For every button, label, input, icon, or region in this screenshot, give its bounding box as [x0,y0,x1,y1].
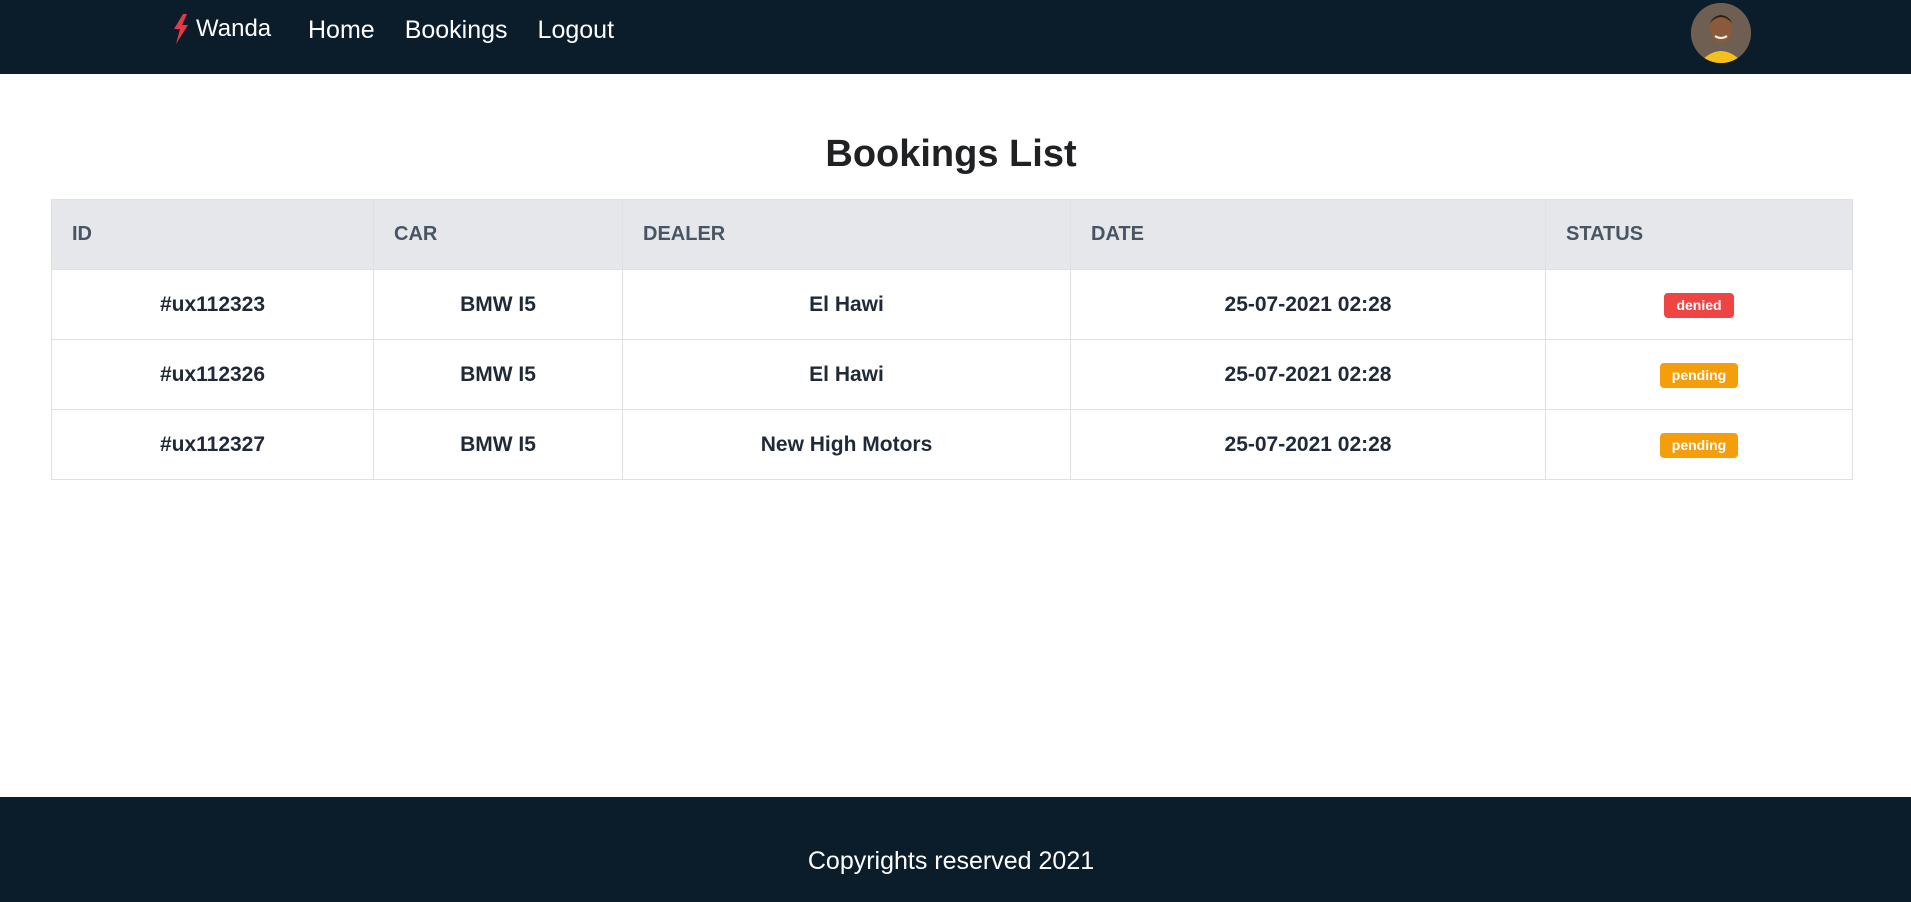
table-row[interactable]: #ux112323 BMW I5 El Hawi 25-07-2021 02:2… [51,269,1853,340]
avatar-portrait-icon [1691,3,1751,63]
cell-id: #ux112327 [51,409,374,480]
cell-dealer: El Hawi [622,269,1071,340]
lightning-bolt-icon [174,14,188,44]
user-avatar[interactable] [1691,3,1751,63]
column-header-date: DATE [1070,199,1546,270]
column-header-id: ID [51,199,374,270]
top-navbar: Wanda Home Bookings Logout [0,0,1911,74]
status-badge: pending [1659,362,1739,388]
cell-dealer: New High Motors [622,409,1071,480]
footer-copyright: Copyrights reserved 2021 [807,847,1095,875]
bookings-table: ID CAR DEALER DATE STATUS #ux112323 BMW … [51,199,1853,480]
table-row[interactable]: #ux112326 BMW I5 El Hawi 25-07-2021 02:2… [51,339,1853,410]
status-badge: pending [1659,432,1739,458]
cell-car: BMW I5 [373,269,623,340]
column-header-dealer: DEALER [622,199,1071,270]
nav-links: Home Bookings Logout [308,16,614,45]
nav-link-logout[interactable]: Logout [538,16,614,45]
cell-car: BMW I5 [373,339,623,410]
column-header-car: CAR [373,199,623,270]
table-header-row: ID CAR DEALER DATE STATUS [51,199,1853,270]
brand-name: Wanda [196,15,272,42]
column-header-status: STATUS [1545,199,1853,270]
brand-link[interactable]: Wanda [172,14,271,44]
nav-link-bookings[interactable]: Bookings [405,16,508,45]
cell-id: #ux112323 [51,269,374,340]
cell-car: BMW I5 [373,409,623,480]
table-row[interactable]: #ux112327 BMW I5 New High Motors 25-07-2… [51,409,1853,480]
cell-dealer: El Hawi [622,339,1071,410]
cell-date: 25-07-2021 02:28 [1070,339,1546,410]
cell-status: pending [1545,339,1853,410]
cell-status: denied [1545,269,1853,340]
bookings-table-container: ID CAR DEALER DATE STATUS #ux112323 BMW … [51,199,1853,480]
nav-link-home[interactable]: Home [308,16,375,45]
page-footer: Copyrights reserved 2021 [0,797,1911,902]
cell-date: 25-07-2021 02:28 [1070,269,1546,340]
cell-date: 25-07-2021 02:28 [1070,409,1546,480]
cell-id: #ux112326 [51,339,374,410]
cell-status: pending [1545,409,1853,480]
page-title: Bookings List [825,133,1077,175]
status-badge: denied [1664,292,1734,318]
